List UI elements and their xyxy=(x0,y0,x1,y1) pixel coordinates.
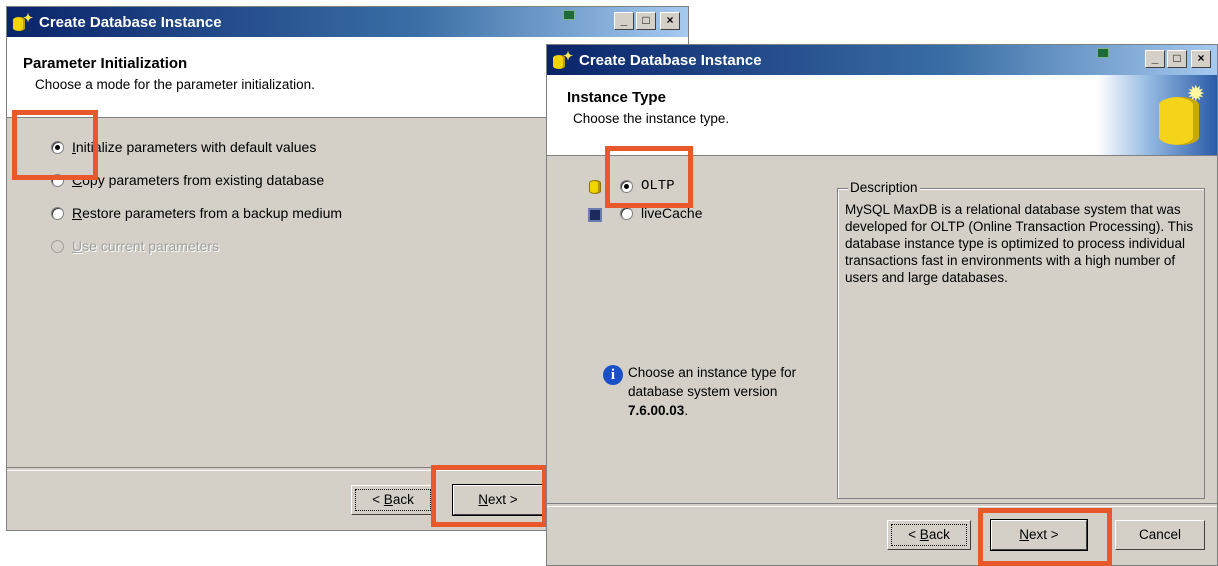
next-button[interactable]: Next > xyxy=(452,484,544,516)
window2-title: Create Database Instance xyxy=(579,51,762,69)
radio-copy-parameters[interactable]: Copy parameters from existing database xyxy=(51,172,324,188)
option-label: Copy parameters from existing database xyxy=(72,172,325,188)
header-title: Instance Type xyxy=(567,89,666,106)
info-message: Choose an instance type for database sys… xyxy=(628,363,796,420)
monitor-icon xyxy=(1097,48,1109,58)
header-subtitle: Choose a mode for the parameter initiali… xyxy=(35,77,315,92)
next-button[interactable]: Next > xyxy=(990,519,1088,551)
header-banner: ✹ xyxy=(1097,75,1217,155)
window1-titlebar[interactable]: ✦ Create Database Instance _ □ × xyxy=(7,7,688,37)
info-line: Choose an instance type for xyxy=(628,365,797,380)
option-label: liveCache xyxy=(641,205,703,221)
minimize-button[interactable]: _ xyxy=(1145,50,1165,68)
next-label: Next > xyxy=(1019,527,1059,542)
radio-use-current-parameters: Use current parameters xyxy=(51,238,219,254)
description-label: Description xyxy=(848,180,920,195)
header-title: Parameter Initialization xyxy=(23,55,188,72)
database-small-icon xyxy=(589,180,601,194)
description-text: MySQL MaxDB is a relational database sys… xyxy=(845,202,1194,285)
maximize-button[interactable]: □ xyxy=(636,12,656,30)
monitor-icon xyxy=(563,10,575,20)
back-label: < Back xyxy=(372,492,414,507)
radio-livecache[interactable]: liveCache xyxy=(620,205,702,221)
option-label: OLTP xyxy=(641,178,675,194)
window2-titlebar[interactable]: ✦ Create Database Instance _ □ × xyxy=(547,45,1217,75)
separator xyxy=(547,503,1217,507)
back-button[interactable]: < Back xyxy=(351,485,435,515)
radio-button-checked[interactable] xyxy=(620,179,633,193)
instance-type-window: ✦ Create Database Instance _ □ × Instanc… xyxy=(546,44,1218,566)
radio-button-checked[interactable] xyxy=(51,140,64,154)
radio-button[interactable] xyxy=(51,206,64,220)
sparkle-icon: ✹ xyxy=(1186,81,1205,106)
minimize-button[interactable]: _ xyxy=(614,12,634,30)
radio-initialize-defaults[interactable]: Initialize parameters with default value… xyxy=(51,139,316,155)
radio-button[interactable] xyxy=(620,206,633,220)
radio-button-disabled xyxy=(51,239,64,253)
option-label: Initialize parameters with default value… xyxy=(72,139,317,155)
database-icon: ✦ xyxy=(11,11,33,33)
version-number: 7.6.00.03 xyxy=(628,403,685,418)
description-group: Description MySQL MaxDB is a relational … xyxy=(837,180,1205,499)
radio-restore-parameters[interactable]: Restore parameters from a backup medium xyxy=(51,205,342,221)
back-button[interactable]: < Back xyxy=(887,520,971,550)
radio-oltp[interactable]: OLTP xyxy=(620,178,675,194)
info-icon: i xyxy=(603,365,623,385)
chip-icon xyxy=(588,208,602,222)
close-button[interactable]: × xyxy=(660,12,680,30)
window2-header: Instance Type Choose the instance type. … xyxy=(547,75,1217,156)
database-icon: ✦ xyxy=(551,49,573,71)
back-label: < Back xyxy=(908,527,950,542)
maximize-button[interactable]: □ xyxy=(1167,50,1187,68)
cancel-button[interactable]: Cancel xyxy=(1115,520,1205,550)
header-subtitle: Choose the instance type. xyxy=(573,111,730,126)
next-label: Next > xyxy=(478,492,518,507)
info-line: database system version xyxy=(628,384,778,399)
option-label: Use current parameters xyxy=(72,238,220,254)
info-line: 7.6.00.03. xyxy=(628,403,689,418)
window1-title: Create Database Instance xyxy=(39,13,222,31)
radio-button[interactable] xyxy=(51,173,64,187)
close-button[interactable]: × xyxy=(1191,50,1211,68)
option-label: Restore parameters from a backup medium xyxy=(72,205,343,221)
